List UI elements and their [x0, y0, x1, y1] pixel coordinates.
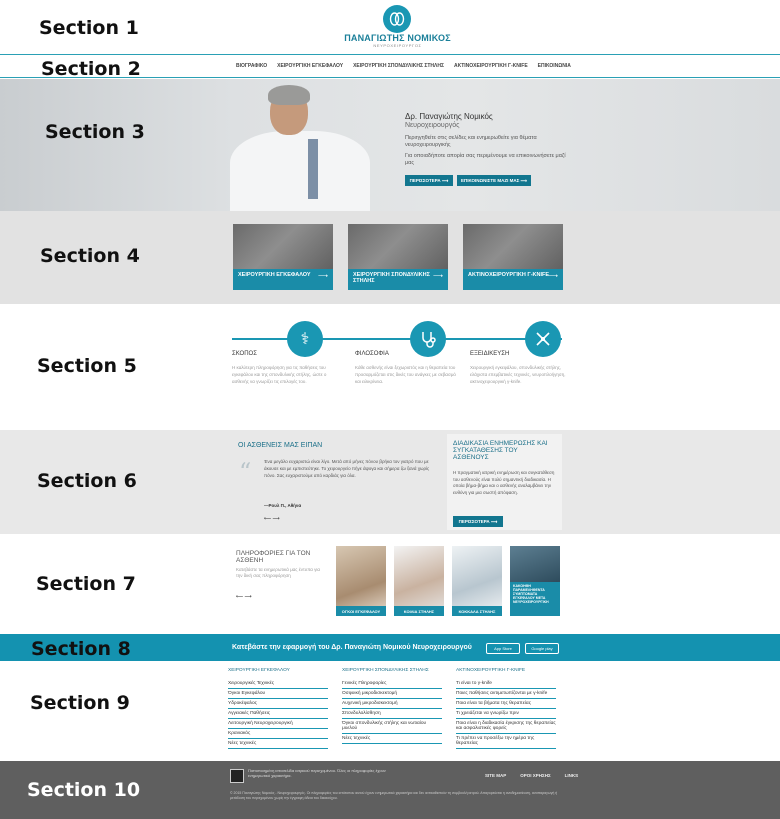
- app-banner-text: Κατεβάστε την εφαρμογή του Δρ. Παναγιώτη…: [232, 644, 472, 651]
- footer-link[interactable]: Γενικές Πληροφορίες: [342, 679, 442, 689]
- footer-column-brain: ΧΕΙΡΟΥΡΓΙΚΗ ΕΓΚΕΦΑΛΟΥ Χειρουργικές Τεχνι…: [228, 668, 328, 749]
- timeline-line: [232, 338, 562, 340]
- caduceus-icon: ⚕: [287, 321, 323, 357]
- section-label: Section 8: [31, 638, 131, 660]
- footer-link-links[interactable]: LINKS: [565, 773, 579, 778]
- footer-column-title: ΑΚΤΙΝΟΧΕΙΡΟΥΡΓΙΚΗ Γ-KNIFE: [456, 668, 526, 673]
- doctor-tie: [308, 139, 318, 199]
- patient-info-nav-arrows[interactable]: ⟵ ⟶: [236, 594, 252, 600]
- testimonials-title: ΟΙ ΑΣΘΕΝΕΙΣ ΜΑΣ ΕΙΠΑΝ: [238, 442, 323, 449]
- nav-item-gamma-knife[interactable]: ΑΚΤΙΝΟΧΕΙΡΟΥΡΓΙΚΗ Γ-KNIFE: [454, 63, 528, 69]
- hero-banner: Δρ. Παναγιώτης Νομικός Νευροχειρουργός Π…: [0, 79, 780, 211]
- leaflet-label: ΟΓΚΟΙ ΕΓΚΕΦΑΛΟΥ: [336, 606, 386, 616]
- arrow-right-icon: ⟶: [547, 273, 558, 280]
- nav-item-spine-surgery[interactable]: ΧΕΙΡΟΥΡΓΙΚΗ ΣΠΟΝΔΥΛΙΚΗΣ ΣΤΗΛΗΣ: [353, 63, 444, 69]
- service-card-spine[interactable]: ΧΕΙΡΟΥΡΓΙΚΗ ΣΠΟΝΔΥΛΙΚΗΣ ΣΤΗΛΗΣ ⟶: [348, 224, 448, 290]
- doctor-photo: [230, 131, 370, 211]
- patient-info-text: Κατεβάστε τα ενημερωτικά μας έντυπα για …: [236, 567, 320, 578]
- nav-item-biography[interactable]: ΒΙΟΓΡΑΦΙΚΟ: [236, 63, 267, 69]
- consent-more-button[interactable]: ΠΕΡΙΣΣΟΤΕΡΑ ⟶: [453, 516, 503, 527]
- quote-icon: “: [239, 458, 252, 486]
- hero-text-1: Περιηγηθείτε στις σελίδες και ενημερωθεί…: [405, 135, 537, 148]
- section-label: Section 7: [36, 573, 136, 595]
- certification-badge-icon[interactable]: [230, 769, 244, 783]
- patient-info-title: ΠΛΗΡΟΦΟΡΙΕΣ ΓΙΑ ΤΟΝ ΑΣΘΕΝΗ: [236, 550, 311, 564]
- footer-link[interactable]: Ποια είναι τα βήματα της θεραπείας: [456, 699, 556, 709]
- app-store-button[interactable]: App Store: [486, 643, 520, 654]
- footer-link[interactable]: Νέες τεχνικές: [342, 734, 442, 744]
- logo-subtitle: ΝΕΥΡΟΧΕΙΡΟΥΡΓΟΣ: [373, 43, 422, 48]
- footer-link[interactable]: Ποιες παθήσεις αντιμετωπίζονται με γ-kni…: [456, 689, 556, 699]
- pillar-text: Κάθε ασθενής είναι ξεχωριστός και η θερα…: [355, 365, 456, 384]
- surgical-tools-icon: [525, 321, 561, 357]
- hero-contact-button[interactable]: ΕΠΙΚΟΙΝΩΝΙΣΤΕ ΜΑΖΙ ΜΑΣ ⟶: [457, 175, 531, 186]
- footer-link[interactable]: Αυχενική μικροδισκεκτομή: [342, 699, 442, 709]
- footer-link[interactable]: Τι πρέπει να προσέξω την ημέρα της θεραπ…: [456, 734, 556, 749]
- footer-column-title: ΧΕΙΡΟΥΡΓΙΚΗ ΕΓΚΕΦΑΛΟΥ: [228, 668, 290, 673]
- footer-link[interactable]: Όγκοι σπονδυλικής στήλης και νωτιαίου μυ…: [342, 719, 442, 734]
- footer-link[interactable]: Τι είναι το γ-knife: [456, 679, 556, 689]
- footer-legal: © 2015 Παναγιώτης Νομικός - Νευροχειρουρ…: [230, 791, 558, 800]
- doctor-hair: [268, 85, 310, 105]
- leaflet-label: ΚΟΚΚΑΛΑ ΣΤΗΛΗΣ: [452, 606, 502, 616]
- section-label: Section 4: [40, 245, 140, 267]
- nav-item-brain-surgery[interactable]: ΧΕΙΡΟΥΡΓΙΚΗ ΕΓΚΕΦΑΛΟΥ: [277, 63, 343, 69]
- footer-column-title: ΧΕΙΡΟΥΡΓΙΚΗ ΣΠΟΝΔΥΛΙΚΗΣ ΣΤΗΛΗΣ: [342, 668, 429, 673]
- google-play-button[interactable]: Google play: [525, 643, 559, 654]
- hero-title: Δρ. Παναγιώτης Νομικός: [405, 112, 493, 121]
- brain-logo-icon[interactable]: [383, 5, 411, 33]
- footer-link[interactable]: Χειρουργικές Τεχνικές: [228, 679, 328, 689]
- footer-link-terms[interactable]: ΟΡΟΙ ΧΡΗΣΗΣ: [520, 773, 550, 778]
- footer-link[interactable]: Ποια είναι η διαδικασία έγκρισης της θερ…: [456, 719, 556, 734]
- leaflet-card[interactable]: ΚΑΚΟΗΘΗ ΠΑΡΑΜΕΛΗΘΕΝΤΑ ΣΥΜΠΤΩΜΑΤΑ ΕΓΚΕΦΑΛ…: [510, 546, 560, 616]
- section-label: Section 2: [41, 58, 141, 80]
- pillar-text: Η καλύτερη πληροφόρηση για τις παθήσεις …: [232, 365, 327, 384]
- testimonial-nav-arrows[interactable]: ⟵ ⟶: [264, 516, 280, 522]
- footer-notice: Πιστοποιημένη ιστοσελίδα ιατρικού περιεχ…: [248, 768, 386, 778]
- service-card-brain[interactable]: ΧΕΙΡΟΥΡΓΙΚΗ ΕΓΚΕΦΑΛΟΥ ⟶: [233, 224, 333, 290]
- stethoscope-icon: [410, 321, 446, 357]
- footer-link[interactable]: Όγκοι Εγκεφάλου: [228, 689, 328, 699]
- pillar-title: ΕΞΕΙΔΙΚΕΥΣΗ: [470, 351, 510, 357]
- arrow-right-icon: ⟶: [432, 273, 443, 280]
- leaflet-card[interactable]: ΟΓΚΟΙ ΕΓΚΕΦΑΛΟΥ: [336, 546, 386, 616]
- footer-link[interactable]: Κρανιακός: [228, 729, 328, 739]
- footer-link[interactable]: Σπονδυλολίσθηση: [342, 709, 442, 719]
- hero-subtitle: Νευροχειρουργός: [405, 122, 460, 129]
- page: ΠΑΝΑΓΙΩΤΗΣ ΝΟΜΙΚΟΣ ΝΕΥΡΟΧΕΙΡΟΥΡΓΟΣ Secti…: [0, 0, 780, 819]
- leaflet-card[interactable]: ΚΟΚΚΑΛΑ ΣΤΗΛΗΣ: [452, 546, 502, 616]
- service-card-gamma-knife[interactable]: ΑΚΤΙΝΟΧΕΙΡΟΥΡΓΙΚΗ Γ-KNIFE ⟶: [463, 224, 563, 290]
- section-label: Section 1: [39, 17, 139, 39]
- footer-link[interactable]: Τι χρειάζεται να γνωρίζω πριν: [456, 709, 556, 719]
- consent-panel: ΔΙΑΔΙΚΑΣΙΑ ΕΝΗΜΕΡΩΣΗΣ ΚΑΙ ΣΥΓΚΑΤΑΘΕΣΗΣ Τ…: [447, 434, 562, 530]
- hero-more-button[interactable]: ΠΕΡΙΣΣΟΤΕΡΑ ⟶: [405, 175, 453, 186]
- leaflet-card[interactable]: ΚΟΙΛΙΑ ΣΤΗΛΗΣ: [394, 546, 444, 616]
- consent-text: Η πραγματική ιατρική ενημέρωση και συγκα…: [453, 470, 555, 495]
- leaflet-label: ΚΑΚΟΗΘΗ ΠΑΡΑΜΕΛΗΘΕΝΤΑ ΣΥΜΠΤΩΜΑΤΑ ΕΓΚΕΦΑΛ…: [510, 582, 560, 616]
- footer-link[interactable]: Οσφυική μικροδισκεκτομή: [342, 689, 442, 699]
- logo-name[interactable]: ΠΑΝΑΓΙΩΤΗΣ ΝΟΜΙΚΟΣ: [330, 33, 465, 43]
- testimonial-text: Ένα μεγάλο ευχαριστώ είναι λίγο. Μετά απ…: [264, 459, 430, 478]
- testimonial-author: —Ρουλ Π., Αθήνα: [264, 503, 302, 508]
- footer-column-gamma-knife: ΑΚΤΙΝΟΧΕΙΡΟΥΡΓΙΚΗ Γ-KNIFE Τι είναι το γ-…: [456, 668, 556, 749]
- footer-link[interactable]: Λειτουργική Νευροχειρουργική: [228, 719, 328, 729]
- section-label: Section 3: [45, 121, 145, 143]
- footer-link[interactable]: Αγγειακές Παθήσεις: [228, 709, 328, 719]
- section-label: Section 5: [37, 355, 137, 377]
- section-label: Section 6: [37, 470, 137, 492]
- pillar-title: ΣΚΟΠΟΣ: [232, 351, 257, 357]
- consent-title: ΔΙΑΔΙΚΑΣΙΑ ΕΝΗΜΕΡΩΣΗΣ ΚΑΙ ΣΥΓΚΑΤΑΘΕΣΗΣ Τ…: [453, 440, 548, 461]
- footer-link[interactable]: Νέες τεχνικές: [228, 739, 328, 749]
- footer-link-sitemap[interactable]: SITE MAP: [485, 773, 506, 778]
- section-label: Section 9: [30, 692, 130, 714]
- arrow-right-icon: ⟶: [317, 273, 328, 280]
- pillar-title: ΦΙΛΟΣΟΦΙΑ: [355, 351, 389, 357]
- section-label: Section 10: [27, 779, 141, 801]
- hero-text-2: Για οποιαδήποτε απορία σας περιμένουμε ν…: [405, 153, 566, 166]
- pillar-text: Χειρουργική εγκεφάλου, σπονδυλικής στήλη…: [470, 365, 566, 384]
- leaflet-label: ΚΟΙΛΙΑ ΣΤΗΛΗΣ: [394, 606, 444, 616]
- footer-link[interactable]: Υδροκέφαλος: [228, 699, 328, 709]
- footer-column-spine: ΧΕΙΡΟΥΡΓΙΚΗ ΣΠΟΝΔΥΛΙΚΗΣ ΣΤΗΛΗΣ Γενικές Π…: [342, 668, 442, 744]
- nav-item-contact[interactable]: ΕΠΙΚΟΙΝΩΝΙΑ: [538, 63, 571, 69]
